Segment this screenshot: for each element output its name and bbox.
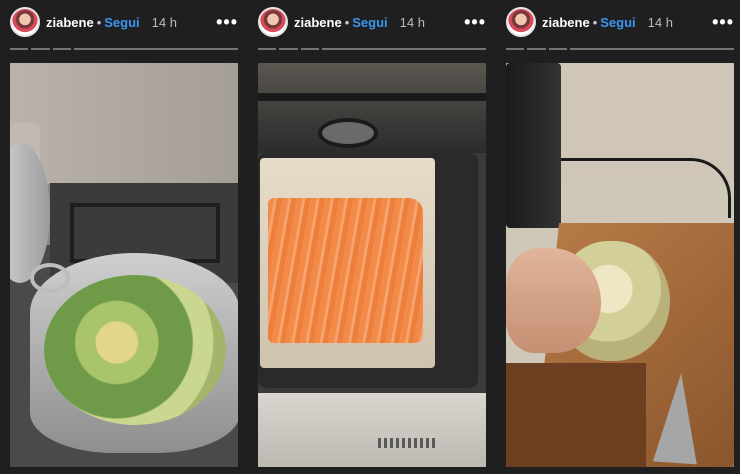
photo-knife xyxy=(652,371,704,465)
progress-segment xyxy=(10,48,29,50)
follow-button[interactable]: Segui xyxy=(352,15,387,30)
photo-oven-vent xyxy=(378,438,438,448)
photo-hand xyxy=(506,248,601,353)
separator-dot: • xyxy=(592,14,598,30)
progress-segment xyxy=(527,48,546,50)
separator-dot: • xyxy=(344,14,350,30)
profile-avatar-icon[interactable] xyxy=(506,7,536,37)
photo-salmon-fillet xyxy=(268,198,423,343)
username[interactable]: ziabene xyxy=(46,15,94,30)
story-photo-salmon[interactable] xyxy=(258,63,486,467)
progress-segment xyxy=(300,48,319,50)
photo-wall xyxy=(10,63,238,183)
story-progress-bar xyxy=(506,48,734,50)
progress-segment xyxy=(73,48,238,50)
progress-segment xyxy=(569,48,734,50)
profile-avatar-icon[interactable] xyxy=(258,7,288,37)
photo-board-shadow xyxy=(506,363,646,467)
progress-segment xyxy=(548,48,567,50)
story-panel-1: ziabene • Segui 14 h ••• xyxy=(0,0,248,474)
photo-grate xyxy=(258,93,486,101)
story-panel-2: ziabene • Segui 14 h ••• xyxy=(248,0,496,474)
story-photo-celery-root[interactable] xyxy=(506,63,734,467)
progress-segment xyxy=(258,48,277,50)
username[interactable]: ziabene xyxy=(294,15,342,30)
follow-button[interactable]: Segui xyxy=(600,15,635,30)
profile-avatar-icon[interactable] xyxy=(10,7,40,37)
story-header: ziabene • Segui 14 h ••• xyxy=(10,6,238,38)
post-time: 14 h xyxy=(647,14,673,30)
story-header: ziabene • Segui 14 h ••• xyxy=(506,6,734,38)
story-panel-3: ziabene • Segui 14 h ••• xyxy=(496,0,740,474)
photo-oven-front xyxy=(258,393,486,467)
follow-button[interactable]: Segui xyxy=(104,15,139,30)
progress-segment xyxy=(52,48,71,50)
progress-segment xyxy=(31,48,50,50)
story-photo-broccoli-pot[interactable] xyxy=(10,63,238,467)
more-options-icon[interactable]: ••• xyxy=(216,13,238,31)
more-options-icon[interactable]: ••• xyxy=(712,13,734,31)
story-progress-bar xyxy=(10,48,238,50)
post-time: 14 h xyxy=(399,14,425,30)
progress-segment xyxy=(506,48,525,50)
photo-pot-handle xyxy=(30,263,70,293)
more-options-icon[interactable]: ••• xyxy=(464,13,486,31)
story-header: ziabene • Segui 14 h ••• xyxy=(258,6,486,38)
photo-coffee-machine xyxy=(506,63,561,228)
photo-cable xyxy=(561,158,731,218)
photo-broccoli xyxy=(44,275,226,425)
separator-dot: • xyxy=(96,14,102,30)
username[interactable]: ziabene xyxy=(542,15,590,30)
post-time: 14 h xyxy=(151,14,177,30)
story-progress-bar xyxy=(258,48,486,50)
progress-segment xyxy=(279,48,298,50)
photo-burner xyxy=(318,118,378,148)
progress-segment xyxy=(321,48,486,50)
